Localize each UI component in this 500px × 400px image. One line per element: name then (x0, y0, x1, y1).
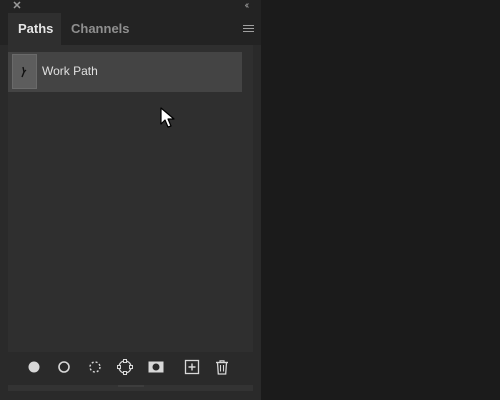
tab-paths[interactable]: Paths (8, 13, 61, 45)
path-name: Work Path (42, 64, 98, 78)
path-thumbnail (12, 54, 37, 89)
fill-path-icon[interactable] (25, 358, 43, 376)
create-new-path-icon[interactable] (183, 358, 201, 376)
stroke-path-icon[interactable] (55, 358, 73, 376)
resize-grip[interactable] (118, 385, 144, 387)
panel-titlebar: ✕ ‹‹ (0, 0, 261, 13)
paths-panel: ✕ ‹‹ Paths Channels Work Path (0, 0, 261, 400)
double-chevron-left-icon[interactable]: ‹‹ (239, 0, 253, 13)
tab-channels[interactable]: Channels (61, 13, 140, 45)
mouse-cursor-icon (160, 107, 175, 128)
panel-tabbar: Paths Channels (0, 13, 261, 45)
paths-footer-toolbar (8, 352, 253, 382)
make-work-path-from-selection-icon[interactable] (116, 358, 134, 376)
path-row-work-path[interactable]: Work Path (8, 52, 242, 92)
paths-list: Work Path (8, 45, 253, 352)
panel-menu-icon[interactable] (243, 25, 254, 34)
load-path-as-selection-icon[interactable] (86, 358, 104, 376)
path-thumbnail-icon (21, 66, 27, 78)
add-mask-icon[interactable] (147, 358, 165, 376)
close-icon[interactable]: ✕ (11, 0, 23, 13)
delete-path-icon[interactable] (213, 358, 231, 376)
